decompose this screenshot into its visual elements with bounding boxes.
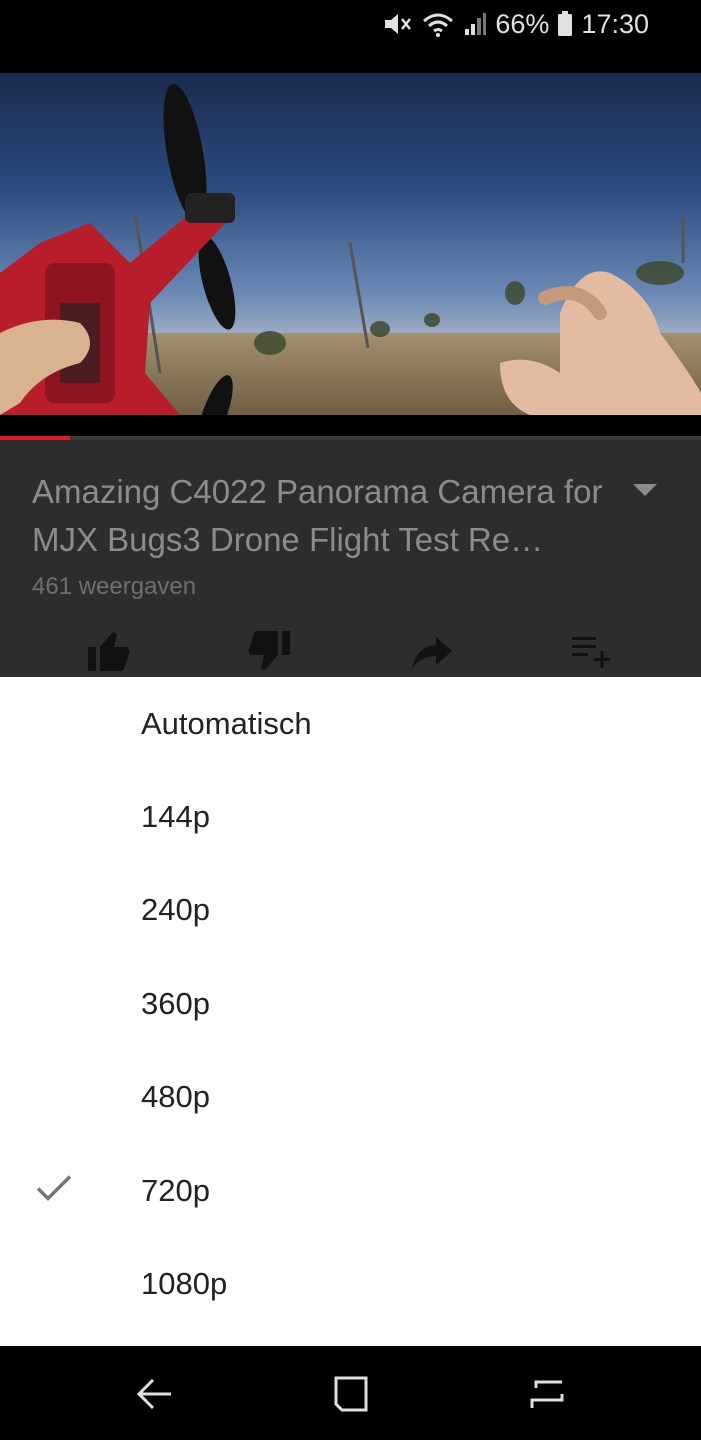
quality-option-label: 360p [141,985,210,1021]
add-to-playlist-button[interactable] [562,625,622,677]
video-player[interactable] [0,73,701,415]
quality-option-720p[interactable]: 720p [0,1144,701,1237]
thumb-up-icon [88,632,130,671]
recent-apps-icon [530,1380,564,1408]
quality-option-240p[interactable]: 240p [0,864,701,957]
quality-option-label: 720p [141,1172,210,1208]
wifi-icon [421,10,455,38]
battery-icon [557,11,573,37]
video-frame-illustration [0,83,701,415]
quality-option-144p[interactable]: 144p [0,770,701,863]
navigation-bar [0,1346,701,1440]
quality-option-label: 144p [141,799,210,835]
status-icons: 66% 17:30 [383,8,649,40]
quality-option-360p[interactable]: 360p [0,957,701,1050]
quality-option-label: Automatisch [141,705,312,741]
recent-apps-button[interactable] [528,1374,568,1414]
like-button[interactable] [78,625,138,677]
add-to-playlist-icon [572,637,610,668]
back-button[interactable] [135,1374,175,1414]
home-icon [334,1376,368,1412]
thumb-down-icon [248,631,290,670]
video-info-panel: Amazing C4022 Panorama Camera for MJX Bu… [0,440,701,677]
quality-menu: Automatisch 144p 240p 360p 480p 720p 108… [0,677,701,1346]
quality-option-label: 1080p [141,1266,228,1302]
quality-option-auto[interactable]: Automatisch [0,677,701,770]
quality-option-label: 480p [141,1079,210,1115]
status-bar: 66% 17:30 [0,0,701,48]
signal-icon [463,11,487,37]
video-actions [0,625,701,677]
expand-description-icon[interactable] [631,482,659,503]
check-icon [36,1174,72,1207]
share-button[interactable] [402,625,462,677]
quality-option-480p[interactable]: 480p [0,1051,701,1144]
quality-option-1080p[interactable]: 1080p [0,1237,701,1330]
share-icon [412,637,452,669]
view-count: 461 weergaven [32,573,197,600]
dislike-button[interactable] [240,625,300,677]
video-title[interactable]: Amazing C4022 Panorama Camera for MJX Bu… [32,468,612,564]
quality-option-label: 240p [141,892,210,928]
back-icon [136,1378,171,1410]
battery-percent: 66% [495,8,550,39]
home-button[interactable] [332,1374,372,1414]
mute-icon [383,10,413,38]
clock: 17:30 [581,8,649,39]
